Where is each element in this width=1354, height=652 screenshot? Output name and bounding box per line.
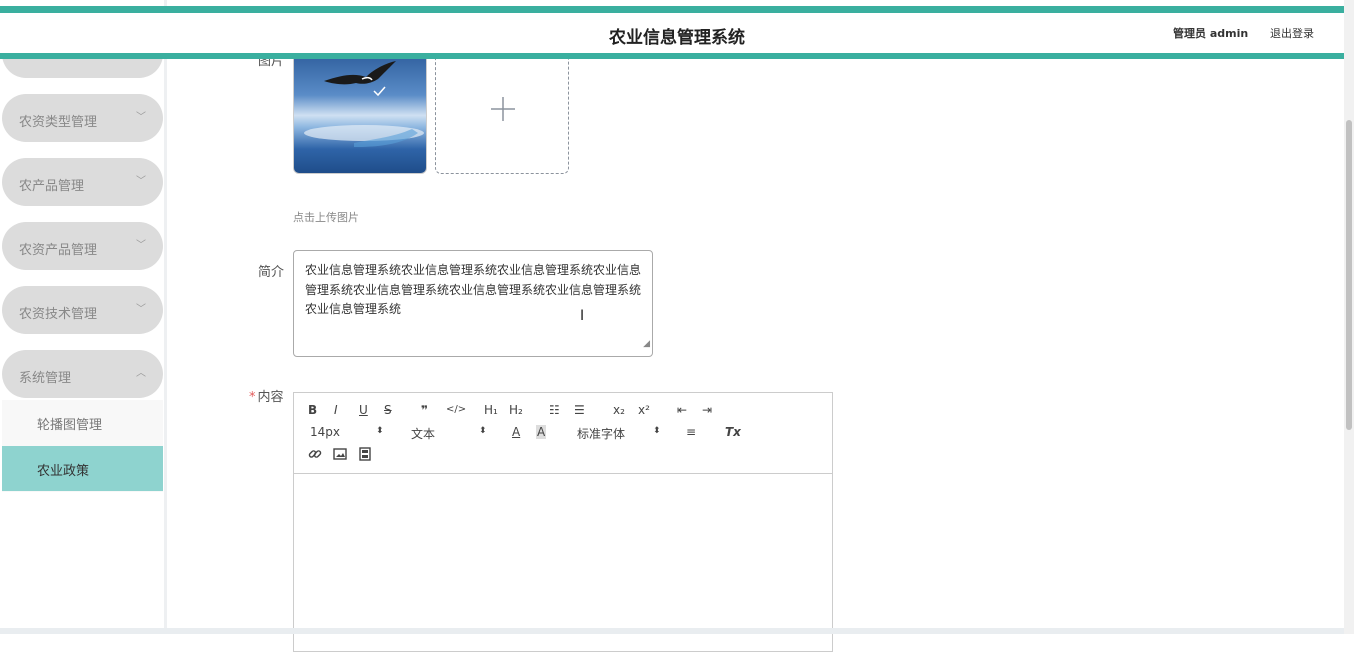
bold-button[interactable]: B: [308, 403, 317, 417]
content-label: * 内容: [249, 390, 284, 405]
chevron-down-icon: ﹀: [136, 240, 146, 251]
upload-hint: 点击上传图片: [293, 211, 359, 224]
sidebar-item-system[interactable]: 系统管理 ︿: [2, 350, 163, 398]
resize-handle-icon[interactable]: ◢: [643, 335, 650, 355]
select-arrows-icon: ⬍: [479, 426, 487, 436]
header-bottom-stripe: [0, 53, 1344, 59]
uploaded-image-thumb[interactable]: [293, 52, 427, 174]
sidebar-item-label: 农资技术管理: [19, 307, 98, 322]
text-cursor-icon: I: [580, 308, 585, 324]
strike-button[interactable]: S: [384, 403, 392, 417]
submenu-item-label: 农业政策: [37, 464, 90, 479]
submenu-item-label: 轮播图管理: [37, 418, 103, 433]
h1-button[interactable]: H₁: [484, 403, 498, 417]
chevron-down-icon: ﹀: [136, 304, 146, 315]
rich-text-editor[interactable]: B I U S ❞ </> H₁ H₂ ☷ ☰ x₂ x² ⇤ ⇥ 14px ⬍ …: [293, 392, 833, 652]
scrollbar-thumb[interactable]: [1346, 120, 1352, 430]
indent-button[interactable]: ⇥: [702, 403, 712, 417]
code-button[interactable]: </>: [446, 404, 466, 415]
required-mark: *: [249, 390, 256, 405]
bullet-list-button[interactable]: ☰: [574, 403, 585, 417]
sidebar-item-agri-type[interactable]: 农资类型管理 ﹀: [2, 94, 163, 142]
chevron-down-icon: ﹀: [136, 112, 146, 123]
select-arrows-icon: ⬍: [653, 426, 661, 436]
blockquote-button[interactable]: ❞: [421, 403, 428, 417]
sidebar-item-label: 农产品管理: [19, 179, 85, 194]
bg-color-button[interactable]: A: [536, 425, 547, 439]
subscript-button[interactable]: x₂: [613, 403, 625, 417]
page-scrollbar[interactable]: [1344, 0, 1354, 634]
eagle-image-icon: [304, 61, 424, 147]
bottom-strip: [0, 628, 1344, 634]
sidebar-item-label: 系统管理: [19, 371, 72, 386]
submenu-item-policy[interactable]: 农业政策: [2, 446, 163, 491]
ordered-list-button[interactable]: ☷: [549, 403, 560, 417]
intro-text: 农业信息管理系统农业信息管理系统农业信息管理系统农业信息管理系统农业信息管理系统…: [305, 263, 642, 316]
header-top-stripe: [0, 6, 1344, 13]
link-icon[interactable]: [308, 447, 322, 464]
logout-link[interactable]: 退出登录: [1270, 25, 1314, 41]
sidebar-item-material-product[interactable]: 农资产品管理 ﹀: [2, 222, 163, 270]
submenu: 轮播图管理 农业政策: [2, 400, 163, 492]
chevron-down-icon: ﹀: [136, 176, 146, 187]
chevron-up-icon: ︿: [136, 368, 146, 379]
header-select[interactable]: 文本 ⬍: [411, 425, 487, 442]
sidebar-item-agri-product[interactable]: 农产品管理 ﹀: [2, 158, 163, 206]
font-family-select[interactable]: 标准字体 ⬍: [577, 425, 661, 442]
h2-button[interactable]: H₂: [509, 403, 523, 417]
underline-button[interactable]: U: [359, 403, 368, 417]
page-title: 农业信息管理系统: [609, 28, 745, 48]
select-arrows-icon: ⬍: [376, 426, 384, 436]
video-icon[interactable]: [358, 447, 372, 464]
intro-label: 简介: [258, 265, 285, 280]
align-button[interactable]: ≡: [686, 425, 696, 439]
superscript-button[interactable]: x²: [638, 403, 650, 417]
plus-icon: [491, 97, 515, 121]
clean-format-button[interactable]: Tx: [725, 425, 741, 439]
font-size-select[interactable]: 14px ⬍: [310, 425, 384, 439]
header: 农业信息管理系统 管理员 admin 退出登录: [0, 13, 1344, 53]
image-icon[interactable]: [333, 447, 347, 464]
outdent-button[interactable]: ⇤: [677, 403, 687, 417]
sidebar-item-label: 农资产品管理: [19, 243, 98, 258]
sidebar: 农资类型管理 ﹀ 农产品管理 ﹀ 农资产品管理 ﹀ 农资技术管理 ﹀ 系统管理 …: [0, 0, 167, 634]
sidebar-item-label: 农资类型管理: [19, 115, 98, 130]
submenu-item-carousel[interactable]: 轮播图管理: [2, 400, 163, 445]
font-color-button[interactable]: A: [512, 425, 520, 439]
image-upload-button[interactable]: [435, 52, 569, 174]
intro-textarea[interactable]: 农业信息管理系统农业信息管理系统农业信息管理系统农业信息管理系统农业信息管理系统…: [293, 250, 653, 357]
current-user: 管理员 admin: [1173, 27, 1249, 40]
editor-toolbar: B I U S ❞ </> H₁ H₂ ☷ ☰ x₂ x² ⇤ ⇥ 14px ⬍ …: [294, 393, 832, 474]
italic-button[interactable]: I: [334, 403, 338, 417]
sidebar-item-tech[interactable]: 农资技术管理 ﹀: [2, 286, 163, 334]
